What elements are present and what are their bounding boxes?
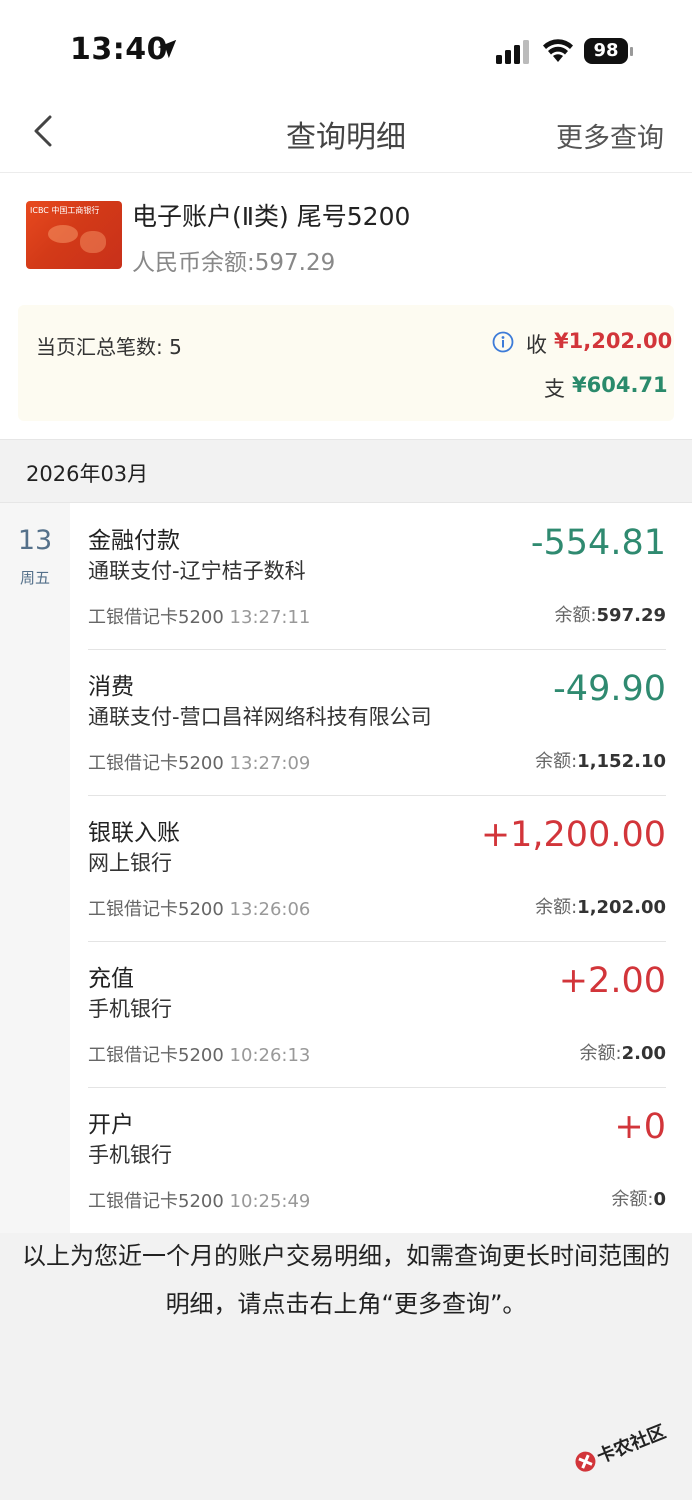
transaction-amount: -554.81 — [530, 523, 666, 563]
transaction-desc: 手机银行 — [88, 997, 172, 1021]
balance-label: 余额: — [579, 1043, 622, 1064]
info-icon[interactable] — [492, 331, 514, 353]
status-time: 13:40 — [70, 32, 168, 67]
transaction-amount: -49.90 — [553, 669, 666, 709]
more-query-button[interactable]: 更多查询 — [556, 116, 664, 155]
balance-label: 余额: — [554, 605, 597, 626]
transaction-balance-line: 余额:1,152.10 — [535, 747, 666, 773]
footer-note: 以上为您近一个月的账户交易明细，如需查询更长时间范围的明细，请点击右上角“更多查… — [22, 1242, 670, 1318]
transaction-time: 13:27:11 — [229, 607, 311, 628]
transaction-balance-line: 余额:2.00 — [580, 1039, 667, 1065]
transaction-row[interactable]: 金融付款 通联支付-辽宁桔子数科 工银借记卡5200 13:27:11 -554… — [88, 503, 666, 650]
transaction-type: 开户 — [88, 1112, 134, 1138]
watermark: 卡农社区 — [567, 1405, 686, 1489]
balance-label: 余额: — [611, 1189, 654, 1210]
transaction-card-line: 工银借记卡5200 13:27:09 — [88, 749, 310, 775]
transaction-desc: 手机银行 — [88, 1143, 172, 1167]
transaction-type: 银联入账 — [88, 820, 180, 846]
transaction-balance: 1,152.10 — [577, 751, 666, 772]
expense-total: ¥604.71 — [572, 373, 668, 397]
transaction-balance-line: 余额:0 — [611, 1185, 666, 1211]
date-day: 13 — [17, 525, 53, 556]
transaction-list: 13 周五 金融付款 通联支付-辽宁桔子数科 工银借记卡5200 13:27:1… — [0, 503, 692, 1233]
transaction-time: 10:25:49 — [229, 1191, 311, 1212]
watermark-text: 卡农社区 — [594, 1421, 669, 1468]
transaction-time: 13:26:06 — [229, 899, 311, 920]
transaction-type: 金融付款 — [88, 528, 180, 554]
date-weekday: 周五 — [19, 569, 50, 587]
transaction-amount: +2.00 — [558, 961, 666, 1001]
transaction-card: 工银借记卡5200 — [88, 1045, 224, 1066]
transaction-card-line: 工银借记卡5200 13:27:11 — [88, 603, 310, 629]
card-logo: ICBC 中国工商银行 — [30, 206, 100, 215]
transaction-card: 工银借记卡5200 — [88, 607, 224, 628]
battery-level: 98 — [593, 40, 619, 61]
transaction-card-line: 工银借记卡5200 10:26:13 — [88, 1041, 310, 1067]
transaction-desc: 网上银行 — [88, 851, 172, 875]
transaction-balance: 597.29 — [596, 605, 666, 626]
battery-icon: 98 — [584, 38, 634, 64]
month-label: 2026年03月 — [26, 462, 149, 486]
date-column: 13 周五 — [0, 503, 70, 1233]
transaction-type: 充值 — [88, 966, 134, 992]
income-total: ¥1,202.00 — [554, 329, 673, 353]
location-arrow-icon — [157, 39, 177, 59]
transaction-balance: 1,202.00 — [577, 897, 666, 918]
transaction-card-line: 工银借记卡5200 13:26:06 — [88, 895, 310, 921]
summary-count: 当页汇总笔数: 5 — [36, 335, 182, 359]
expense-label: 支 — [544, 377, 565, 401]
transaction-time: 13:27:09 — [229, 753, 311, 774]
transaction-card: 工银借记卡5200 — [88, 753, 224, 774]
page-summary: 当页汇总笔数: 5 收 ¥1,202.00 支 ¥604.71 — [18, 305, 674, 421]
account-header: ICBC 中国工商银行 电子账户(Ⅱ类) 尾号5200 人民币余额:597.29 — [0, 173, 692, 305]
transaction-card: 工银借记卡5200 — [88, 1191, 224, 1212]
balance-label: 余额: — [535, 751, 578, 772]
transaction-row[interactable]: 消费 通联支付-营口昌祥网络科技有限公司 工银借记卡5200 13:27:09 … — [88, 649, 666, 796]
bank-card-image: ICBC 中国工商银行 — [26, 201, 122, 269]
transaction-row[interactable]: 银联入账 网上银行 工银借记卡5200 13:26:06 +1,200.00 余… — [88, 795, 666, 942]
cellular-signal-icon — [496, 40, 529, 64]
transaction-amount: +1,200.00 — [480, 815, 666, 855]
transaction-balance-line: 余额:1,202.00 — [535, 893, 666, 919]
transaction-card: 工银借记卡5200 — [88, 899, 224, 920]
nav-bar: 查询明细 更多查询 — [0, 96, 692, 173]
transaction-row[interactable]: 开户 手机银行 工银借记卡5200 10:25:49 +0 余额:0 — [88, 1087, 666, 1233]
transaction-card-line: 工银借记卡5200 10:25:49 — [88, 1187, 310, 1213]
month-header: 2026年03月 — [0, 439, 692, 503]
transaction-amount: +0 — [614, 1107, 666, 1147]
transaction-balance: 2.00 — [621, 1043, 666, 1064]
transaction-desc: 通联支付-营口昌祥网络科技有限公司 — [88, 705, 432, 729]
income-label: 收 — [526, 333, 547, 357]
balance-label: 余额: — [535, 897, 578, 918]
transaction-time: 10:26:13 — [229, 1045, 311, 1066]
status-bar: 13:40 98 — [0, 0, 692, 96]
account-balance: 人民币余额:597.29 — [132, 250, 336, 276]
transaction-balance-line: 余额:597.29 — [554, 601, 666, 627]
transaction-type: 消费 — [88, 674, 134, 700]
account-name: 电子账户(Ⅱ类) 尾号5200 — [132, 202, 411, 231]
transaction-row[interactable]: 充值 手机银行 工银借记卡5200 10:26:13 +2.00 余额:2.00 — [88, 941, 666, 1088]
transaction-desc: 通联支付-辽宁桔子数科 — [88, 559, 306, 583]
wifi-icon — [543, 39, 573, 62]
transaction-balance: 0 — [653, 1189, 666, 1210]
